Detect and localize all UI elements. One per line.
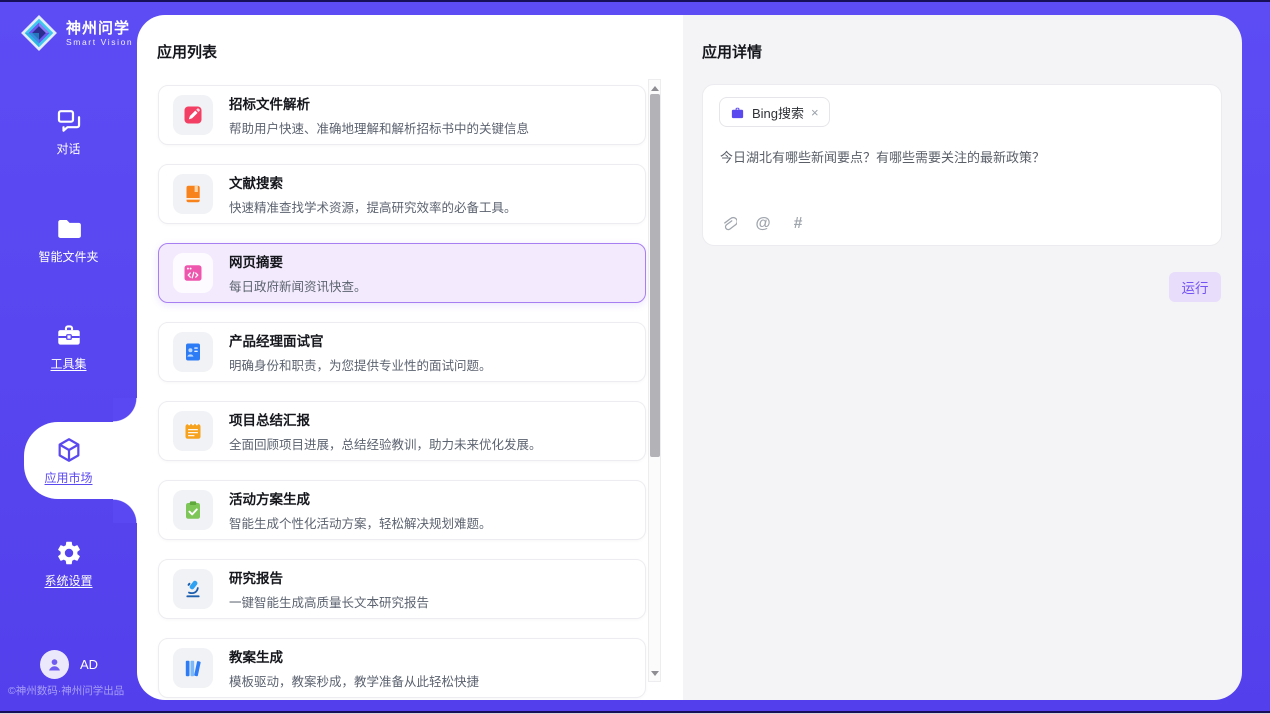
microscope-icon — [173, 569, 213, 609]
hash-icon[interactable]: # — [789, 215, 807, 233]
app-item-name: 文献搜索 — [229, 172, 517, 192]
app-item-description: 智能生成个性化活动方案，轻松解决规划难题。 — [229, 513, 492, 532]
app-item-texts: 教案生成模板驱动，教案秒成，教学准备从此轻松快捷 — [229, 646, 479, 690]
app-item-texts: 研究报告一键智能生成高质量长文本研究报告 — [229, 567, 429, 611]
brand-subtitle: Smart Vision — [66, 37, 133, 47]
sidebar-item-label: 应用市场 — [44, 469, 92, 486]
edit-document-icon — [173, 95, 213, 135]
sidebar-item-label: 对话 — [56, 140, 80, 157]
query-toolbar: @# — [719, 215, 807, 233]
books-icon — [173, 648, 213, 688]
app-item-name: 教案生成 — [229, 646, 479, 666]
copyright-text: ©神州数码·神州问学出品 — [8, 683, 124, 698]
app-item-description: 全面回顾项目进展，总结经验教训，助力未来优化发展。 — [229, 434, 542, 453]
app-item-texts: 文献搜索快速精准查找学术资源，提高研究效率的必备工具。 — [229, 172, 517, 216]
app-list-panel: 应用列表 招标文件解析帮助用户快速、准确地理解和解析招标书中的关键信息文献搜索快… — [137, 15, 683, 700]
top-edge-strip — [0, 0, 1270, 2]
app-item-texts: 产品经理面试官明确身份和职责，为您提供专业性的面试问题。 — [229, 330, 492, 374]
clipboard-check-icon — [173, 490, 213, 530]
app-item-name: 研究报告 — [229, 567, 429, 587]
sidebar-item-smart-folders[interactable]: 智能文件夹 — [0, 215, 137, 265]
sidebar: 神州问学 Smart Vision 对话智能文件夹工具集应用市场系统设置 AD … — [0, 2, 137, 711]
paperclip-icon[interactable] — [719, 215, 737, 233]
app-item-texts: 活动方案生成智能生成个性化活动方案，轻松解决规划难题。 — [229, 488, 492, 532]
app-item-description: 一键智能生成高质量长文本研究报告 — [229, 592, 429, 611]
app-list-item[interactable]: 文献搜索快速精准查找学术资源，提高研究效率的必备工具。 — [158, 164, 646, 224]
brand-text: 神州问学 Smart Vision — [66, 20, 133, 47]
app-list-item[interactable]: 产品经理面试官明确身份和职责，为您提供专业性的面试问题。 — [158, 322, 646, 382]
toolbox-icon — [55, 322, 83, 350]
brand-logo: 神州问学 Smart Vision — [20, 14, 133, 52]
sidebar-item-system-settings[interactable]: 系统设置 — [0, 539, 137, 589]
app-item-description: 模板驱动，教案秒成，教学准备从此轻松快捷 — [229, 671, 479, 690]
person-icon — [45, 655, 64, 674]
app-list-item[interactable]: 活动方案生成智能生成个性化活动方案，轻松解决规划难题。 — [158, 480, 646, 540]
diamond-logo-icon — [20, 14, 58, 52]
app-list-title: 应用列表 — [157, 41, 217, 62]
report-note-icon — [173, 411, 213, 451]
interviewer-icon — [173, 332, 213, 372]
scrollbar-thumb[interactable] — [650, 94, 660, 457]
scroll-down-icon[interactable] — [649, 667, 660, 679]
app-list-item[interactable]: 招标文件解析帮助用户快速、准确地理解和解析招标书中的关键信息 — [158, 85, 646, 145]
app-window: 神州问学 Smart Vision 对话智能文件夹工具集应用市场系统设置 AD … — [0, 0, 1270, 714]
app-item-texts: 项目总结汇报全面回顾项目进展，总结经验教训，助力未来优化发展。 — [229, 409, 542, 453]
briefcase-icon — [730, 105, 745, 120]
sidebar-item-chat[interactable]: 对话 — [0, 107, 137, 157]
app-item-name: 产品经理面试官 — [229, 330, 492, 350]
tool-tag-bing-search[interactable]: Bing搜索 × — [719, 97, 830, 127]
sidebar-item-app-market[interactable]: 应用市场 — [0, 422, 137, 499]
sidebar-item-label: 智能文件夹 — [38, 248, 98, 265]
cube-icon — [55, 436, 83, 464]
app-item-description: 快速精准查找学术资源，提高研究效率的必备工具。 — [229, 197, 517, 216]
app-list-item[interactable]: 网页摘要每日政府新闻资讯快查。 — [158, 243, 646, 303]
gear-icon — [55, 539, 83, 567]
user-row[interactable]: AD — [40, 650, 98, 679]
avatar[interactable] — [40, 650, 69, 679]
run-button[interactable]: 运行 — [1169, 272, 1221, 302]
app-item-name: 招标文件解析 — [229, 93, 529, 113]
app-list: 招标文件解析帮助用户快速、准确地理解和解析招标书中的关键信息文献搜索快速精准查找… — [158, 85, 646, 700]
app-item-name: 网页摘要 — [229, 251, 367, 271]
app-detail-title: 应用详情 — [702, 41, 762, 62]
app-list-item[interactable]: 项目总结汇报全面回顾项目进展，总结经验教训，助力未来优化发展。 — [158, 401, 646, 461]
app-list-item[interactable]: 研究报告一键智能生成高质量长文本研究报告 — [158, 559, 646, 619]
query-card: Bing搜索 × 今日湖北有哪些新闻要点？有哪些需要关注的最新政策？ @# — [702, 84, 1222, 246]
folder-icon — [55, 215, 83, 243]
app-item-description: 明确身份和职责，为您提供专业性的面试问题。 — [229, 355, 492, 374]
browser-code-icon — [173, 253, 213, 293]
app-item-texts: 招标文件解析帮助用户快速、准确地理解和解析招标书中的关键信息 — [229, 93, 529, 137]
app-item-description: 每日政府新闻资讯快查。 — [229, 276, 367, 295]
sidebar-item-label: 系统设置 — [44, 572, 92, 589]
app-list-item[interactable]: 教案生成模板驱动，教案秒成，教学准备从此轻松快捷 — [158, 638, 646, 698]
tag-label: Bing搜索 — [752, 103, 804, 122]
sidebar-item-toolset[interactable]: 工具集 — [0, 322, 137, 372]
scroll-up-icon[interactable] — [649, 82, 660, 94]
close-icon[interactable]: × — [811, 106, 819, 119]
app-item-name: 项目总结汇报 — [229, 409, 542, 429]
book-icon — [173, 174, 213, 214]
sidebar-item-label: 工具集 — [50, 355, 86, 372]
app-detail-panel: 应用详情 Bing搜索 × 今日湖北有哪些新闻要点？有哪些需要关注的最新政策？ … — [683, 15, 1242, 700]
app-item-texts: 网页摘要每日政府新闻资讯快查。 — [229, 251, 367, 295]
scrollbar[interactable] — [648, 79, 661, 682]
brand-name: 神州问学 — [66, 20, 133, 37]
query-input[interactable]: 今日湖北有哪些新闻要点？有哪些需要关注的最新政策？ — [720, 148, 1205, 167]
at-icon[interactable]: @ — [754, 215, 772, 233]
chat-icon — [55, 107, 83, 135]
user-initials: AD — [80, 657, 98, 672]
app-item-description: 帮助用户快速、准确地理解和解析招标书中的关键信息 — [229, 118, 529, 137]
app-item-name: 活动方案生成 — [229, 488, 492, 508]
